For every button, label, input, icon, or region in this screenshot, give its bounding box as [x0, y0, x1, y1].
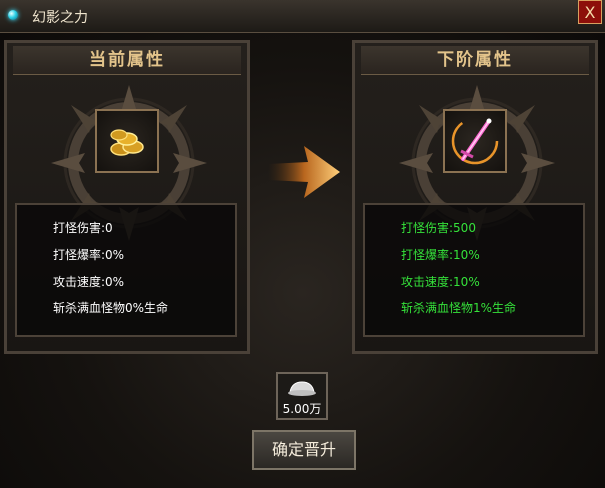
arrow-right-icon	[268, 146, 340, 198]
next-item-slot[interactable]	[443, 109, 507, 173]
next-stat-drop-rate: 打怪爆率:10%	[401, 248, 480, 262]
title-bar: 幻影之力 X	[0, 0, 605, 33]
current-item-slot[interactable]	[95, 109, 159, 173]
current-stat-drop-rate: 打怪爆率:0%	[53, 248, 125, 262]
gold-coins-icon	[110, 129, 144, 156]
current-attributes-panel: 当前属性 打怪伤害:0 打怪爆率:0% 攻击速度:0% 斩杀满血怪物0%生命	[4, 40, 250, 354]
close-button[interactable]: X	[578, 0, 602, 24]
current-stat-damage: 打怪伤害:0	[53, 221, 113, 235]
upgrade-window: 幻影之力 X 当前属性 打怪伤害:0 打怪爆率:0% 攻击速度:0% 斩杀满血怪…	[0, 0, 605, 488]
current-attributes-header: 当前属性	[13, 46, 241, 75]
cost-amount: 5.00万	[282, 402, 322, 416]
current-stats-box: 打怪伤害:0 打怪爆率:0% 攻击速度:0% 斩杀满血怪物0%生命	[15, 203, 237, 337]
confirm-upgrade-button[interactable]: 确定晋升	[252, 430, 356, 470]
pink-sword-icon	[451, 117, 499, 165]
next-stat-damage: 打怪伤害:500	[401, 221, 476, 235]
next-attributes-header: 下阶属性	[361, 46, 589, 75]
cost-slot[interactable]: 5.00万	[276, 372, 328, 420]
current-stat-attack-speed: 攻击速度:0%	[53, 275, 125, 289]
window-title: 幻影之力	[32, 10, 88, 26]
silver-ingot-icon	[288, 381, 316, 396]
gem-icon	[8, 10, 18, 20]
next-stat-execute: 斩杀满血怪物1%生命	[401, 301, 517, 315]
next-attributes-panel: 下阶属性 打怪伤害:500 打怪爆率:10% 攻击速度:10% 斩杀满血怪物1%…	[352, 40, 598, 354]
current-stat-execute: 斩杀满血怪物0%生命	[53, 301, 169, 315]
next-stats-box: 打怪伤害:500 打怪爆率:10% 攻击速度:10% 斩杀满血怪物1%生命	[363, 203, 585, 337]
next-stat-attack-speed: 攻击速度:10%	[401, 275, 480, 289]
